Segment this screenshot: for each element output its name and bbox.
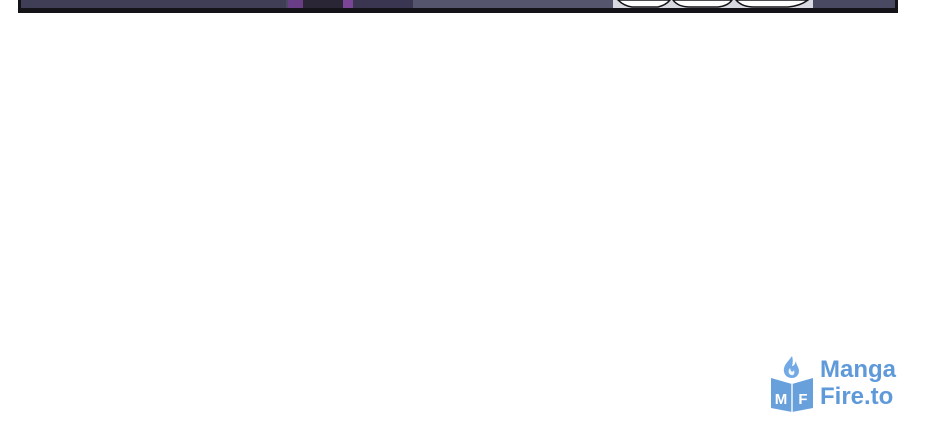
- mangafire-watermark: M F Manga Fire.to: [768, 352, 918, 412]
- manga-page: M F Manga Fire.to: [0, 0, 940, 442]
- manga-panel-bottom-edge: [18, 0, 898, 13]
- watermark-line-1: Manga: [820, 356, 897, 383]
- badge-letter-f: F: [798, 391, 807, 408]
- book-flame-logo-icon: M F: [771, 356, 813, 412]
- badge-letter-m: M: [775, 391, 788, 408]
- watermark-line-2: Fire.to: [820, 383, 893, 410]
